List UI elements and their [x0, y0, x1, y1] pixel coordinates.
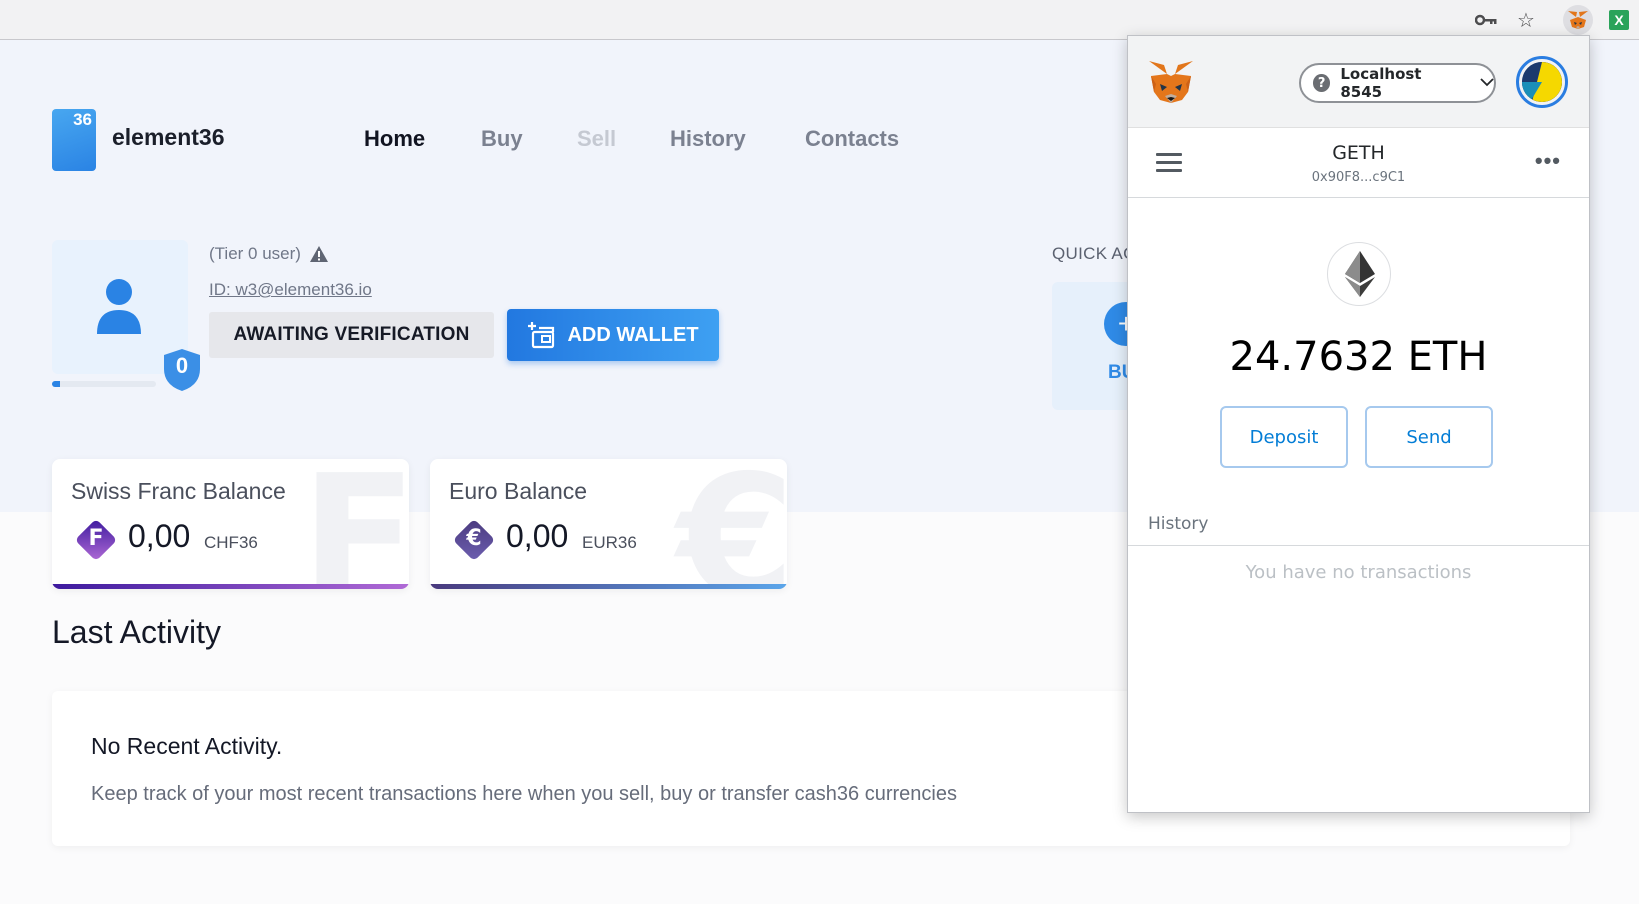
last-activity-title: Last Activity [52, 614, 221, 650]
quick-buy-button[interactable]: + BU [1052, 282, 1148, 410]
nav-contacts[interactable]: Contacts [805, 126, 899, 152]
eur-balance-title: Euro Balance [449, 478, 588, 504]
no-transactions-text: You have no transactions [1245, 562, 1472, 583]
eur-watermark-glyph: € [676, 459, 787, 589]
metamask-popup: ? Localhost 8545 GETH 0x90F8...c9C1 ••• … [1127, 35, 1590, 813]
account-identicon[interactable] [1516, 56, 1568, 108]
warning-icon[interactable] [309, 245, 329, 263]
ethereum-icon [1327, 242, 1391, 306]
chf-amount: 0,00 [128, 518, 191, 554]
history-divider [1128, 545, 1589, 546]
verification-progress [52, 381, 156, 387]
add-wallet-icon [528, 322, 555, 349]
no-activity-heading: No Recent Activity. [91, 733, 283, 759]
eur-coin-glyph: € [466, 526, 482, 551]
eur-balance-card[interactable]: € Euro Balance € 0,00 EUR36 [430, 459, 787, 589]
quick-actions-label: QUICK AC [1052, 244, 1136, 263]
chevron-down-icon [1480, 75, 1494, 91]
logo-number: 36 [73, 110, 92, 129]
user-id-link[interactable]: ID: w3@element36.io [209, 280, 372, 300]
tier-status: (Tier 0 user) [209, 244, 329, 264]
nav-sell[interactable]: Sell [577, 126, 616, 152]
eur-currency: EUR36 [582, 533, 637, 552]
network-name: Localhost 8545 [1340, 65, 1422, 101]
star-icon[interactable]: ☆ [1512, 6, 1540, 34]
user-icon [97, 279, 141, 334]
nav-history[interactable]: History [670, 126, 746, 152]
tier-shield-badge: 0 [162, 347, 202, 393]
send-button[interactable]: Send [1365, 406, 1493, 468]
metamask-header: ? Localhost 8545 [1128, 36, 1589, 128]
account-name[interactable]: GETH [1128, 142, 1589, 164]
network-selector[interactable]: ? Localhost 8545 [1299, 63, 1496, 103]
chf-coin-icon: F [74, 518, 118, 562]
nav-buy[interactable]: Buy [481, 126, 523, 152]
excel-extension-icon[interactable]: X [1609, 10, 1629, 30]
more-options-icon[interactable]: ••• [1535, 148, 1561, 174]
deposit-button[interactable]: Deposit [1220, 406, 1348, 468]
nav-home[interactable]: Home [364, 126, 425, 152]
metamask-extension-icon[interactable] [1563, 5, 1593, 35]
chf-watermark-glyph: F [300, 459, 409, 589]
chf-card-accent-bar [52, 584, 409, 589]
chf-currency: CHF36 [204, 533, 258, 552]
chf-balance-title: Swiss Franc Balance [71, 478, 286, 504]
eur-card-accent-bar [430, 584, 787, 589]
tier-text: (Tier 0 user) [209, 244, 301, 263]
key-icon[interactable] [1472, 6, 1500, 34]
add-wallet-button[interactable]: ADD WALLET [507, 309, 719, 361]
verification-progress-fill [52, 381, 61, 387]
account-address[interactable]: 0x90F8...c9C1 [1128, 170, 1589, 185]
account-bar: GETH 0x90F8...c9C1 ••• [1128, 128, 1589, 198]
metamask-fox-icon[interactable] [1148, 60, 1194, 109]
chf-balance-card[interactable]: F Swiss Franc Balance F 0,00 CHF36 [52, 459, 409, 589]
add-wallet-label: ADD WALLET [567, 323, 699, 346]
eur-amount: 0,00 [506, 518, 569, 554]
chf-coin-glyph: F [88, 526, 104, 551]
browser-toolbar: ☆ X [0, 0, 1639, 40]
brand-name[interactable]: element36 [112, 124, 225, 151]
eur-coin-icon: € [452, 518, 496, 562]
no-activity-text: Keep track of your most recent transacti… [91, 783, 957, 805]
eth-balance: 24.7632 ETH [1229, 334, 1488, 380]
tier-badge-number: 0 [175, 353, 189, 378]
element36-logo[interactable]: 36 [52, 109, 96, 171]
question-icon: ? [1313, 74, 1331, 92]
history-label: History [1148, 514, 1209, 534]
awaiting-verification-button[interactable]: AWAITING VERIFICATION [209, 312, 494, 358]
